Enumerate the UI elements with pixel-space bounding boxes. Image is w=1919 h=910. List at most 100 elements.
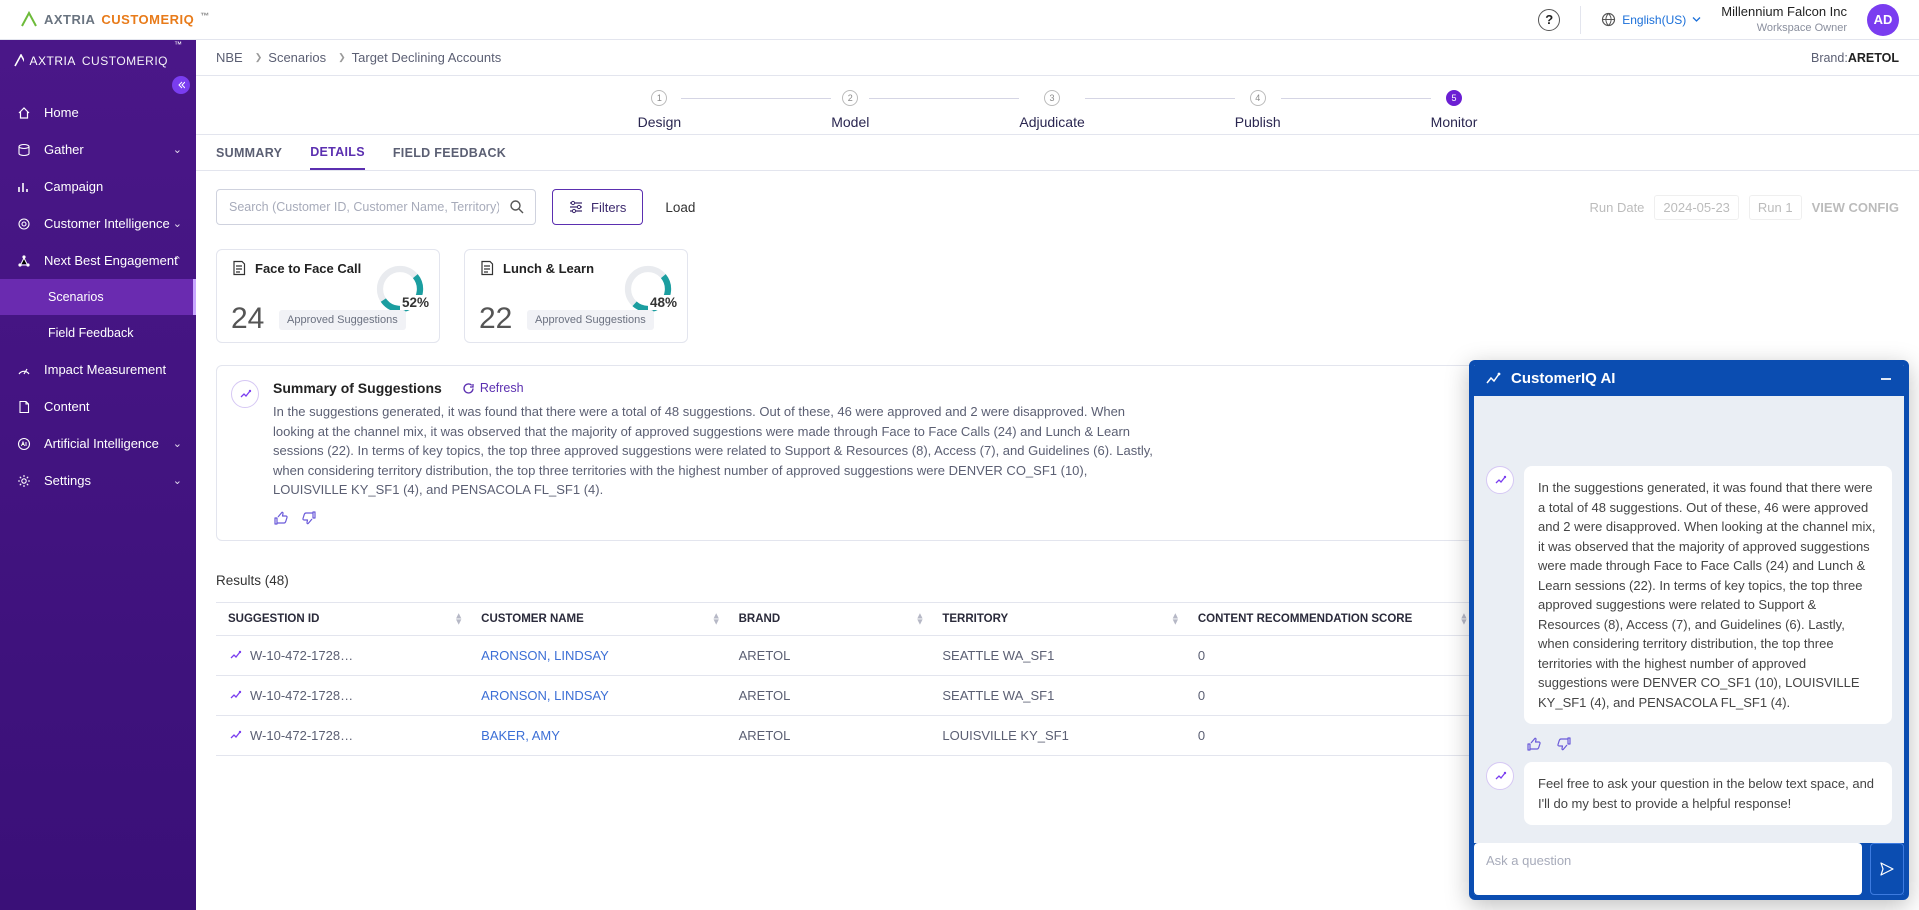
chevron-up-icon: ⌃: [173, 254, 182, 267]
minimize-button[interactable]: [1879, 372, 1893, 386]
step-label: Model: [831, 114, 869, 130]
sidebar-nav: Home Gather ⌄ Campaign Customer Intellig…: [0, 82, 196, 499]
sidebar-item-customer-intelligence[interactable]: Customer Intelligence ⌄: [0, 205, 196, 242]
sort-icon[interactable]: ▲▼: [454, 612, 463, 625]
send-icon: [1879, 861, 1895, 877]
step-adjudicate[interactable]: 3 Adjudicate: [1019, 90, 1084, 130]
thumb-down-button[interactable]: [301, 510, 317, 526]
language-picker[interactable]: English(US): [1601, 12, 1701, 27]
breadcrumb: NBE ❯ Scenarios ❯ Target Declining Accou…: [196, 40, 1919, 76]
sidebar-item-label: Scenarios: [48, 290, 104, 304]
document-icon: [231, 260, 247, 276]
search-input[interactable]: [227, 199, 501, 215]
step-monitor[interactable]: 5 Monitor: [1431, 90, 1478, 130]
cell-territory: SEATTLE WA_SF1: [930, 635, 1185, 675]
document-icon: [479, 260, 495, 276]
ai-avatar-icon: [1486, 762, 1514, 790]
step-number: 3: [1044, 90, 1060, 106]
ai-send-button[interactable]: [1870, 843, 1904, 895]
refresh-label: Refresh: [480, 381, 524, 395]
sidebar-item-settings[interactable]: Settings ⌄: [0, 462, 196, 499]
step-label: Monitor: [1431, 114, 1478, 130]
step-publish[interactable]: 4 Publish: [1235, 90, 1281, 130]
metric-count: 24: [231, 302, 264, 336]
sort-icon[interactable]: ▲▼: [712, 612, 721, 625]
ai-icon: [16, 437, 32, 451]
step-number: 5: [1446, 90, 1462, 106]
ai-panel-header[interactable]: CustomerIQ AI: [1473, 364, 1905, 397]
sidebar-item-campaign[interactable]: Campaign: [0, 168, 196, 205]
sidebar-item-gather[interactable]: Gather ⌄: [0, 131, 196, 168]
metric-badge: Approved Suggestions: [527, 310, 654, 330]
filters-label: Filters: [591, 200, 626, 215]
col-content-score[interactable]: CONTENT RECOMMENDATION SCORE▲▼: [1186, 602, 1475, 635]
brand-tag: Brand:ARETOL: [1811, 51, 1899, 65]
cell-customer-name[interactable]: BAKER, AMY: [481, 728, 560, 743]
sidebar-logo: AXTRIA CUSTOMERIQ ™: [0, 40, 196, 82]
ai-input[interactable]: [1474, 843, 1862, 895]
run-date-label: Run Date: [1589, 200, 1644, 215]
crumb[interactable]: Scenarios: [268, 50, 326, 65]
crumb[interactable]: NBE: [216, 50, 243, 65]
col-suggestion-id[interactable]: SUGGESTION ID▲▼: [216, 602, 469, 635]
thumb-up-button[interactable]: [1526, 736, 1542, 752]
tab-details[interactable]: DETAILS: [310, 135, 365, 170]
cell-customer-name[interactable]: ARONSON, LINDSAY: [481, 648, 609, 663]
top-bar: AXTRIA CUSTOMERIQ ™ ? English(US) Millen…: [0, 0, 1919, 40]
metric-cards: Face to Face Call 52% 24 Approved Sugges…: [216, 249, 1899, 343]
metric-title: Face to Face Call: [255, 261, 361, 276]
cell-score: 0: [1186, 715, 1475, 755]
bar-chart-icon: [16, 180, 32, 194]
ai-input-row: [1474, 843, 1904, 895]
step-label: Publish: [1235, 114, 1281, 130]
run-select[interactable]: Run 1: [1749, 195, 1802, 220]
step-model[interactable]: 2 Model: [831, 90, 869, 130]
product-logo: AXTRIA CUSTOMERIQ ™: [20, 11, 210, 29]
sidebar-item-artificial-intelligence[interactable]: Artificial Intelligence ⌄: [0, 425, 196, 462]
step-label: Design: [638, 114, 682, 130]
sidebar-item-content[interactable]: Content: [0, 388, 196, 425]
ai-message: Feel free to ask your question in the be…: [1524, 762, 1892, 825]
sort-icon[interactable]: ▲▼: [1460, 612, 1469, 625]
tenant-block: Millennium Falcon Inc Workspace Owner: [1721, 4, 1847, 35]
thumb-down-button[interactable]: [1556, 736, 1572, 752]
toolbar: Filters Load Run Date 2024-05-23 Run 1 V…: [216, 189, 1899, 225]
thumb-up-button[interactable]: [273, 510, 289, 526]
gear-icon: [16, 474, 32, 488]
ai-panel-body: In the suggestions generated, it was fou…: [1474, 396, 1904, 843]
tab-summary[interactable]: SUMMARY: [216, 135, 282, 170]
sidebar-item-scenarios[interactable]: Scenarios: [0, 279, 196, 315]
tab-field-feedback[interactable]: FIELD FEEDBACK: [393, 135, 506, 170]
donut-chart: 52%: [375, 264, 425, 314]
tabs: SUMMARY DETAILS FIELD FEEDBACK: [196, 135, 1919, 171]
sidebar-item-home[interactable]: Home: [0, 94, 196, 131]
logo-primary: AXTRIA: [44, 12, 95, 27]
sidebar-item-next-best-engagement[interactable]: Next Best Engagement ⌃: [0, 242, 196, 279]
help-button[interactable]: ?: [1538, 9, 1560, 31]
ai-spark-icon: [228, 730, 242, 741]
sort-icon[interactable]: ▲▼: [1171, 612, 1180, 625]
chevron-down-icon: ⌄: [173, 143, 182, 156]
refresh-button[interactable]: Refresh: [462, 381, 524, 395]
chevron-down-icon: ⌄: [173, 474, 182, 487]
sidebar-collapse-button[interactable]: [172, 76, 190, 94]
chevron-right-icon: ❯: [338, 52, 346, 63]
col-territory[interactable]: TERRITORY▲▼: [930, 602, 1185, 635]
cell-customer-name[interactable]: ARONSON, LINDSAY: [481, 688, 609, 703]
run-date-value[interactable]: 2024-05-23: [1654, 195, 1739, 220]
load-button[interactable]: Load: [659, 199, 701, 216]
avatar[interactable]: AD: [1867, 4, 1899, 36]
metric-pct: 48%: [648, 295, 679, 310]
filters-button[interactable]: Filters: [552, 189, 643, 225]
sidebar-item-field-feedback[interactable]: Field Feedback: [0, 315, 196, 351]
search-input-wrap[interactable]: [216, 189, 536, 225]
sort-icon[interactable]: ▲▼: [915, 612, 924, 625]
view-config-button[interactable]: VIEW CONFIG: [1812, 200, 1899, 215]
col-brand[interactable]: BRAND▲▼: [727, 602, 931, 635]
step-design[interactable]: 1 Design: [638, 90, 682, 130]
sidebar-item-impact-measurement[interactable]: Impact Measurement: [0, 351, 196, 388]
col-customer-name[interactable]: CUSTOMER NAME▲▼: [469, 602, 726, 635]
logo-primary: AXTRIA: [30, 54, 76, 68]
logo-mark-icon: [14, 54, 24, 68]
logo-tm: ™: [200, 11, 210, 21]
